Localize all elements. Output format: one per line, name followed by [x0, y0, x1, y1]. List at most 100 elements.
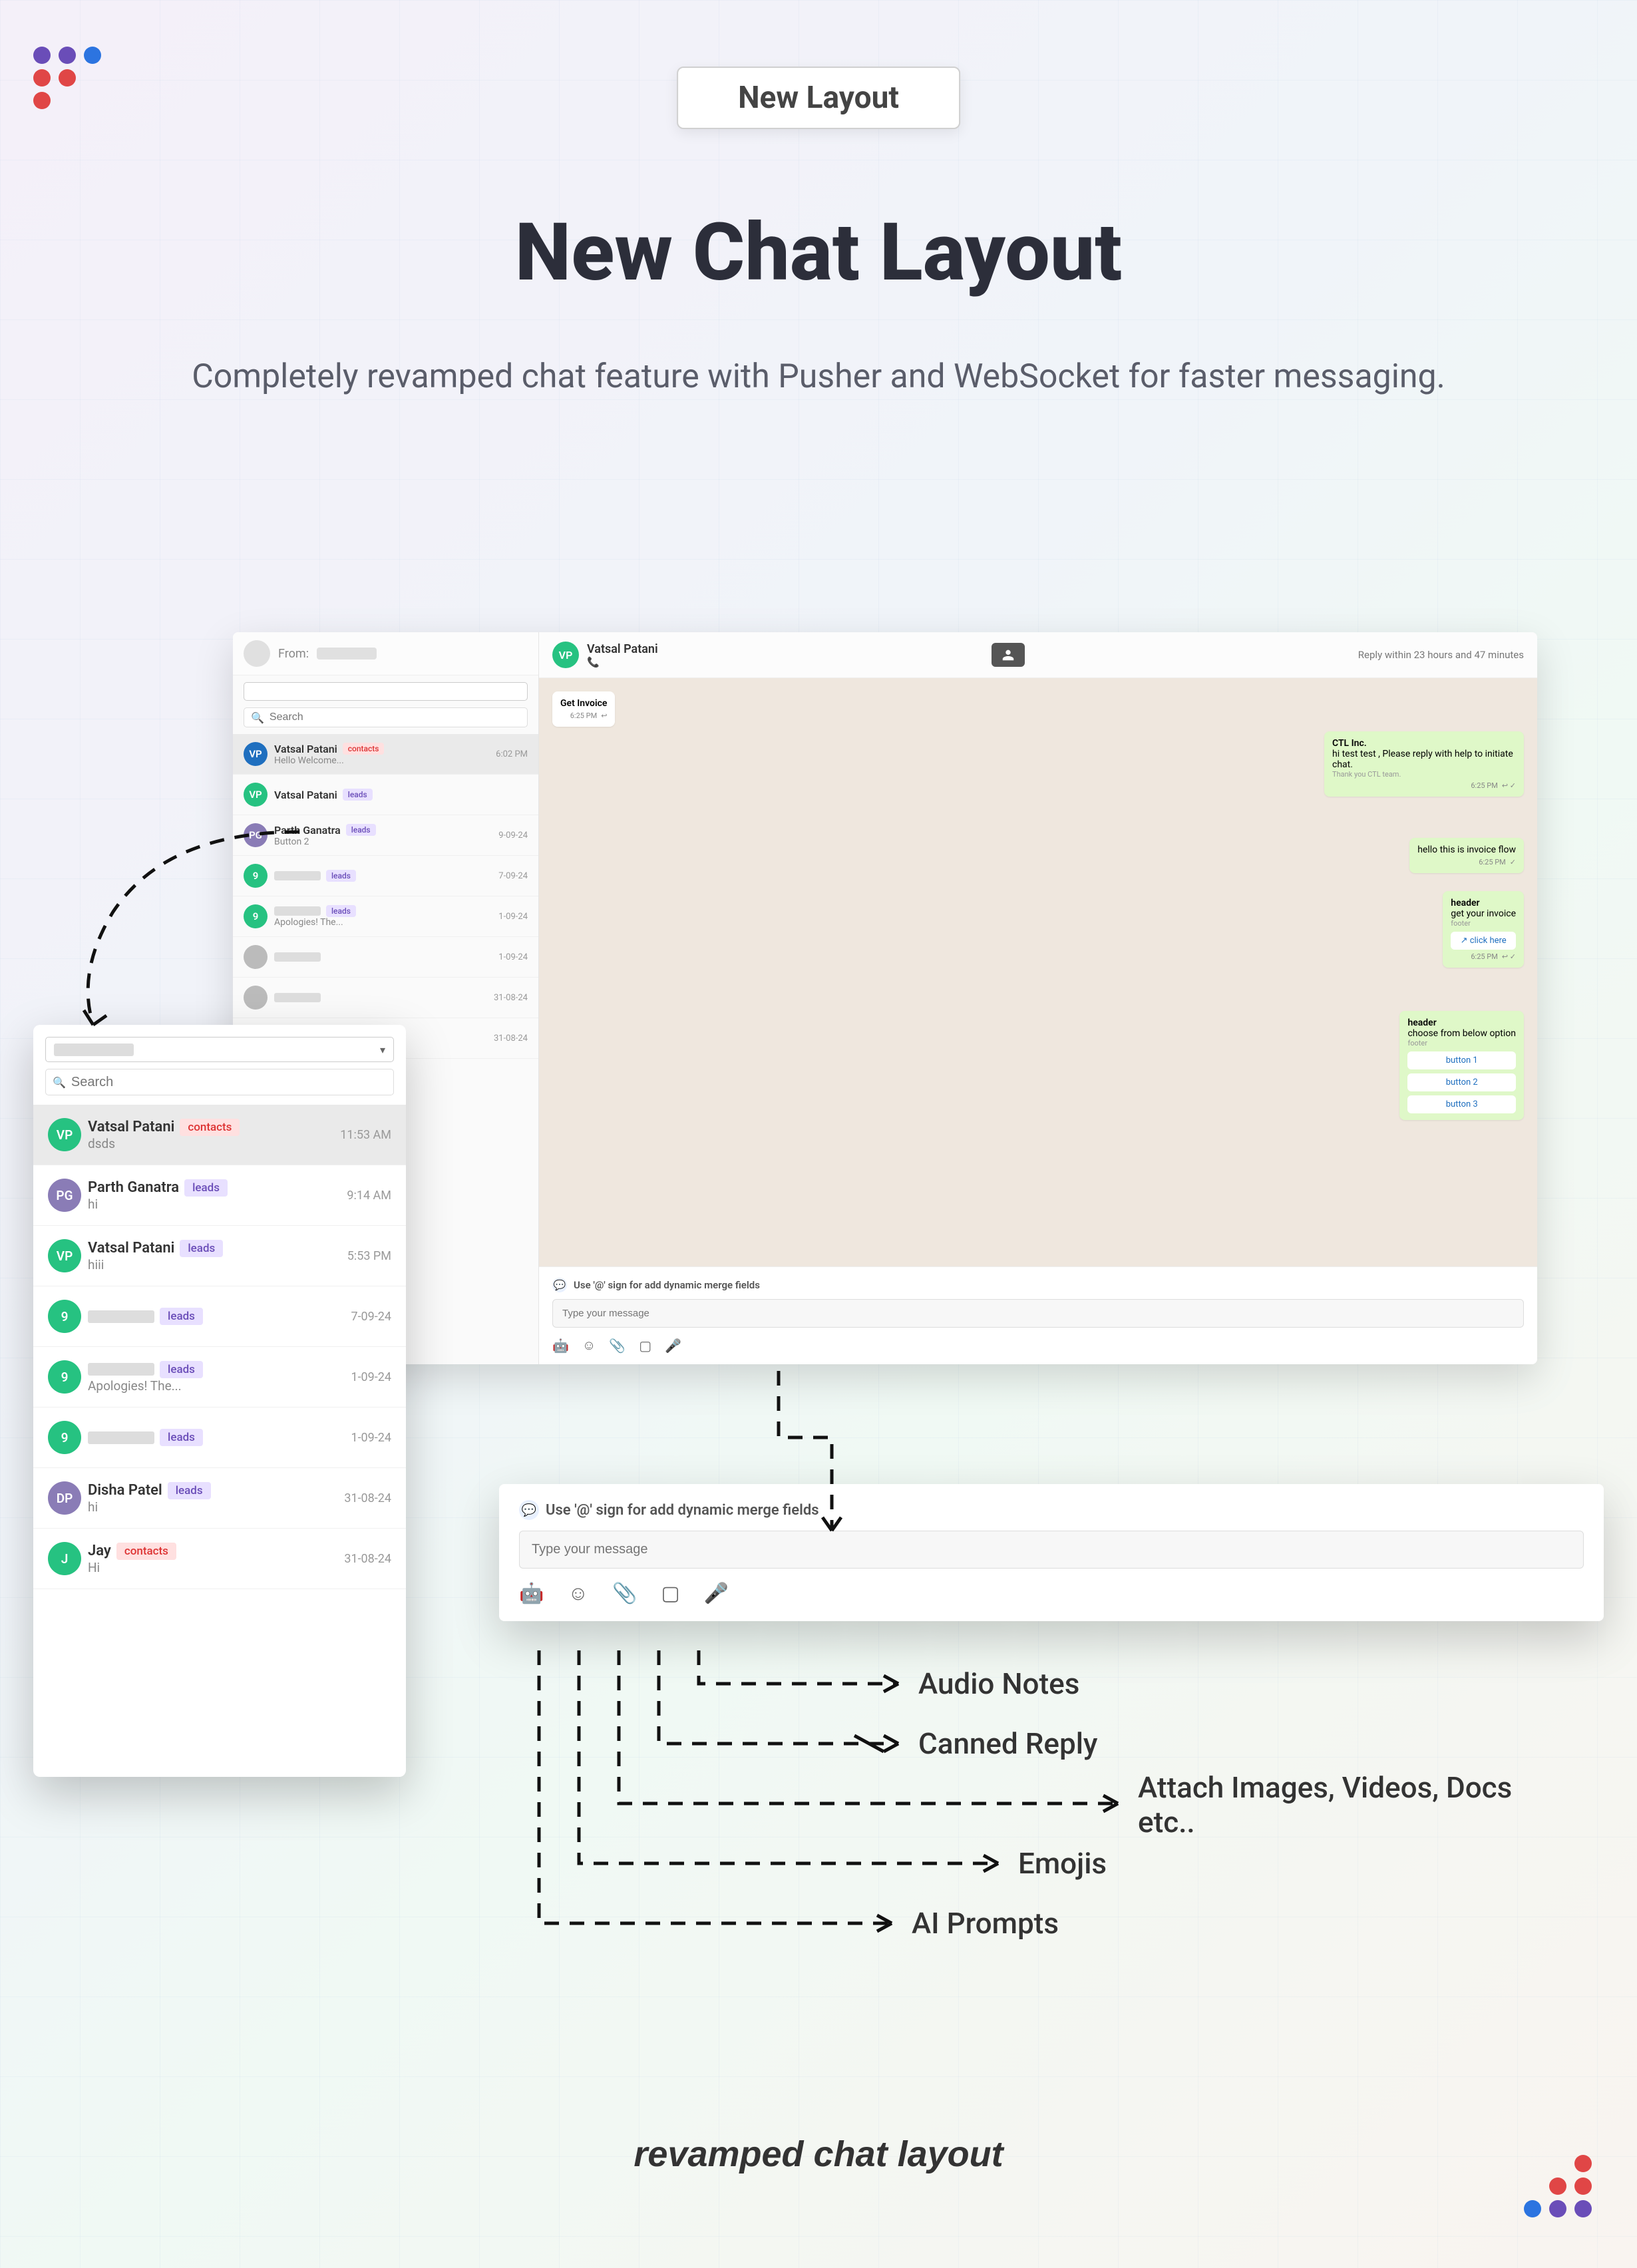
tag-leads: leads — [160, 1429, 203, 1446]
contact-preview: Hi — [88, 1560, 337, 1575]
attachment-icon[interactable]: 📎 — [612, 1582, 637, 1605]
contact-row[interactable]: VP Vatsal Patanileads — [233, 775, 538, 815]
message-button[interactable]: button 3 — [1407, 1095, 1516, 1113]
video-button[interactable] — [992, 643, 1025, 667]
feature-emojis: Emojis — [1018, 1846, 1107, 1881]
chat-body: Get Invoice 6:25 PM ↩ CTL Inc. hi test t… — [539, 678, 1537, 1266]
badge: New Layout — [677, 67, 960, 129]
avatar: DP — [48, 1481, 81, 1515]
emoji-icon[interactable]: ☺ — [568, 1582, 588, 1605]
attachment-icon[interactable]: 📎 — [609, 1338, 626, 1354]
reply-window-notice: Reply within 23 hours and 47 minutes — [1358, 649, 1524, 661]
contact-row[interactable]: VPVatsal Patanicontactsdsds11:53 AM — [33, 1105, 406, 1165]
message-button[interactable]: button 2 — [1407, 1073, 1516, 1091]
chat-avatar: VP — [552, 642, 579, 668]
avatar: PG — [48, 1179, 81, 1212]
search-row: 🔍 — [45, 1069, 394, 1095]
ai-prompts-icon[interactable]: 🤖 — [552, 1338, 569, 1354]
contact-time: 1-09-24 — [498, 952, 528, 962]
avatar: VP — [48, 1118, 81, 1151]
contact-name: leads — [88, 1361, 344, 1378]
message-input[interactable] — [552, 1299, 1524, 1328]
search-input[interactable] — [71, 1075, 387, 1090]
filter-dropdown[interactable] — [244, 682, 528, 701]
feature-attach: Attach Images, Videos, Docs etc.. — [1138, 1770, 1570, 1839]
avatar — [244, 640, 270, 667]
message-incoming: Get Invoice 6:25 PM ↩ — [552, 691, 615, 727]
contact-preview: hi — [88, 1197, 340, 1212]
ai-prompts-icon[interactable]: 🤖 — [519, 1582, 544, 1605]
from-label: From: — [278, 647, 309, 661]
contact-preview: hi — [88, 1499, 337, 1515]
connector-arrow — [765, 1371, 852, 1544]
message-outgoing: CTL Inc. hi test test , Please reply wit… — [1324, 731, 1524, 797]
tag-contacts: contacts — [343, 743, 385, 755]
contact-row[interactable]: 9leads1-09-24 — [33, 1408, 406, 1468]
tag-contacts: contacts — [116, 1543, 176, 1560]
message-input[interactable] — [519, 1531, 1584, 1569]
contact-row[interactable]: 9leadsApologies! The...1-09-24 — [33, 1347, 406, 1408]
contact-row[interactable]: VPVatsal Patanileadshiii5:53 PM — [33, 1226, 406, 1286]
message-template: header get your invoice footer ↗ click h… — [1443, 891, 1524, 968]
contact-name — [274, 952, 492, 962]
sidebar-topbar: From: — [233, 632, 538, 675]
search-row: 🔍 — [244, 707, 528, 727]
compose-area: 💬 Use '@' sign for add dynamic merge fie… — [539, 1266, 1537, 1364]
contact-row[interactable]: JJaycontactsHi31-08-24 — [33, 1529, 406, 1589]
contact-name: leads — [88, 1308, 344, 1325]
compose-hint: 💬 Use '@' sign for add dynamic merge fie… — [519, 1500, 1584, 1520]
message-outgoing: hello this is invoice flow 6:25 PM ✓ — [1409, 838, 1524, 873]
contact-time: 7-09-24 — [498, 871, 528, 881]
contact-name: Parth Ganatraleads — [88, 1179, 340, 1197]
contact-name: leads — [274, 905, 492, 917]
chat-bubble-icon: 💬 — [552, 1278, 567, 1292]
feature-audio: Audio Notes — [918, 1666, 1079, 1701]
audio-note-icon[interactable]: 🎤 — [665, 1338, 681, 1354]
brand-logo — [33, 47, 113, 113]
contacts-overlay: ▾ 🔍 VPVatsal Patanicontactsdsds11:53 AMP… — [33, 1025, 406, 1777]
feature-canned: Canned Reply — [918, 1726, 1097, 1761]
contact-time: 6:02 PM — [496, 749, 528, 759]
app-window: From: 🔍 VPVatsal PatanicontactsHello Wel… — [233, 632, 1537, 1364]
contact-preview: Button 2 — [274, 837, 492, 847]
message-template: header choose from below option footer b… — [1399, 1011, 1524, 1120]
tag-leads: leads — [180, 1240, 223, 1257]
canned-reply-icon[interactable]: ▢ — [639, 1338, 651, 1354]
contact-time: 31-08-24 — [344, 1552, 391, 1566]
tag-leads: leads — [343, 789, 373, 801]
contact-row[interactable]: PGParth Ganatraleadshi9:14 AM — [33, 1165, 406, 1226]
search-icon: 🔍 — [53, 1076, 66, 1089]
page-subtitle: Completely revamped chat feature with Pu… — [186, 353, 1451, 401]
contact-name: Vatsal Patanileads — [274, 789, 521, 801]
contact-name: Vatsal Patanicontacts — [274, 743, 489, 755]
tag-leads: leads — [326, 870, 356, 882]
contact-row[interactable]: VPVatsal PatanicontactsHello Welcome...6… — [233, 734, 538, 775]
contact-preview: dsds — [88, 1136, 333, 1151]
contact-preview: hiii — [88, 1257, 341, 1272]
avatar: VP — [48, 1239, 81, 1272]
feature-ai: AI Prompts — [912, 1906, 1059, 1941]
emoji-icon[interactable]: ☺ — [582, 1337, 596, 1354]
tag-leads: leads — [184, 1179, 228, 1197]
footer-caption: revamped chat layout — [634, 2134, 1003, 2175]
chat-contact-name: Vatsal Patani — [587, 642, 658, 656]
tag-leads: leads — [160, 1308, 203, 1325]
tag-leads: leads — [346, 824, 376, 836]
canned-reply-icon[interactable]: ▢ — [661, 1582, 679, 1605]
tag-contacts: contacts — [180, 1119, 240, 1136]
tag-leads: leads — [160, 1361, 203, 1378]
contact-row[interactable]: DPDisha Patelleadshi31-08-24 — [33, 1468, 406, 1529]
contact-name: Parth Ganatraleads — [274, 824, 492, 837]
contact-time: 9-09-24 — [498, 831, 528, 841]
brand-logo — [1524, 2155, 1604, 2221]
message-button[interactable]: ↗ click here — [1451, 932, 1516, 950]
search-icon: 🔍 — [251, 711, 264, 724]
search-input[interactable] — [270, 711, 520, 723]
message-button[interactable]: button 1 — [1407, 1051, 1516, 1069]
contact-name: Disha Patelleads — [88, 1482, 337, 1499]
chat-header: VP Vatsal Patani 📞 Reply within 23 hours… — [539, 632, 1537, 678]
contact-time: 1-09-24 — [351, 1370, 391, 1384]
audio-note-icon[interactable]: 🎤 — [704, 1582, 729, 1605]
avatar: VP — [244, 783, 268, 807]
contact-row[interactable]: 9leads7-09-24 — [33, 1286, 406, 1347]
